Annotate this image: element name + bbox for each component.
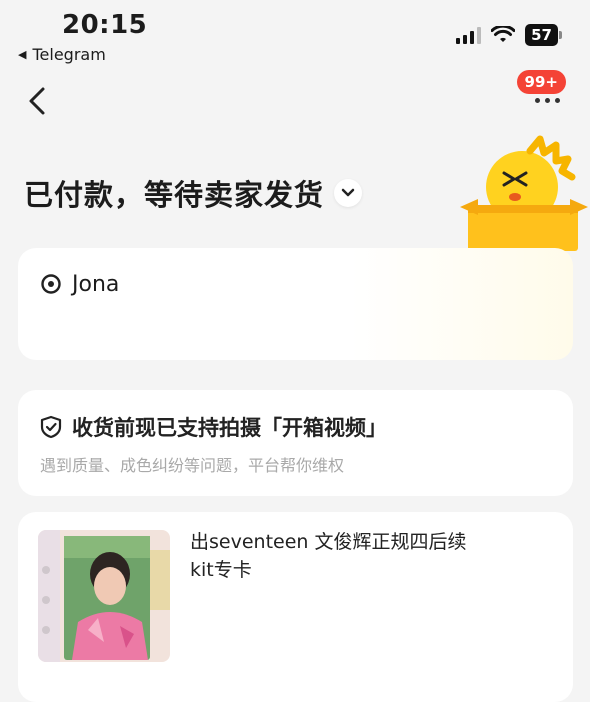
item-card[interactable]: 出seventeen 文俊辉正规四后续kit专卡 (18, 512, 573, 702)
status-time: 20:15 (62, 10, 148, 40)
item-title: 出seventeen 文俊辉正规四后续kit专卡 (190, 531, 467, 581)
chevron-left-icon (29, 87, 45, 115)
mascot-illustration (460, 135, 588, 251)
page-title: 已付款，等待卖家发货 (24, 178, 325, 212)
status-expand-button[interactable] (334, 179, 363, 207)
unboxing-notice-subtitle: 遇到质量、成色纠纷等问题，平台帮你维权 (40, 456, 345, 475)
back-triangle-icon: ◀ (18, 48, 27, 61)
item-thumbnail[interactable] (38, 530, 170, 662)
back-button[interactable] (26, 86, 50, 116)
unboxing-notice-row: 收货前现已支持拍摄「开箱视频」 (40, 412, 387, 442)
back-app-label: Telegram (32, 45, 106, 64)
wifi-icon (491, 26, 516, 42)
back-to-app-link[interactable]: ◀ Telegram (18, 45, 106, 64)
status-indicators: 57 (456, 24, 562, 46)
more-button[interactable]: 99+ (516, 70, 566, 114)
order-status-header: 已付款，等待卖家发货 (24, 172, 363, 214)
shield-check-icon (40, 415, 62, 439)
chevron-down-icon (341, 188, 355, 197)
unboxing-notice-title: 收货前现已支持拍摄「开箱视频」 (72, 416, 387, 440)
battery-indicator: 57 (525, 24, 562, 46)
location-pin-icon (41, 273, 61, 294)
unboxing-video-card[interactable]: 收货前现已支持拍摄「开箱视频」 遇到质量、成色纠纷等问题，平台帮你维权 (18, 390, 573, 496)
signal-icon (456, 26, 482, 44)
address-row: Jona (40, 272, 119, 297)
status-bar: 20:15 ◀ Telegram 57 (0, 0, 590, 70)
message-count-badge: 99+ (516, 70, 566, 94)
address-card[interactable]: Jona (18, 248, 573, 360)
recipient-name: Jona (72, 272, 120, 297)
more-dots-icon (535, 98, 560, 103)
